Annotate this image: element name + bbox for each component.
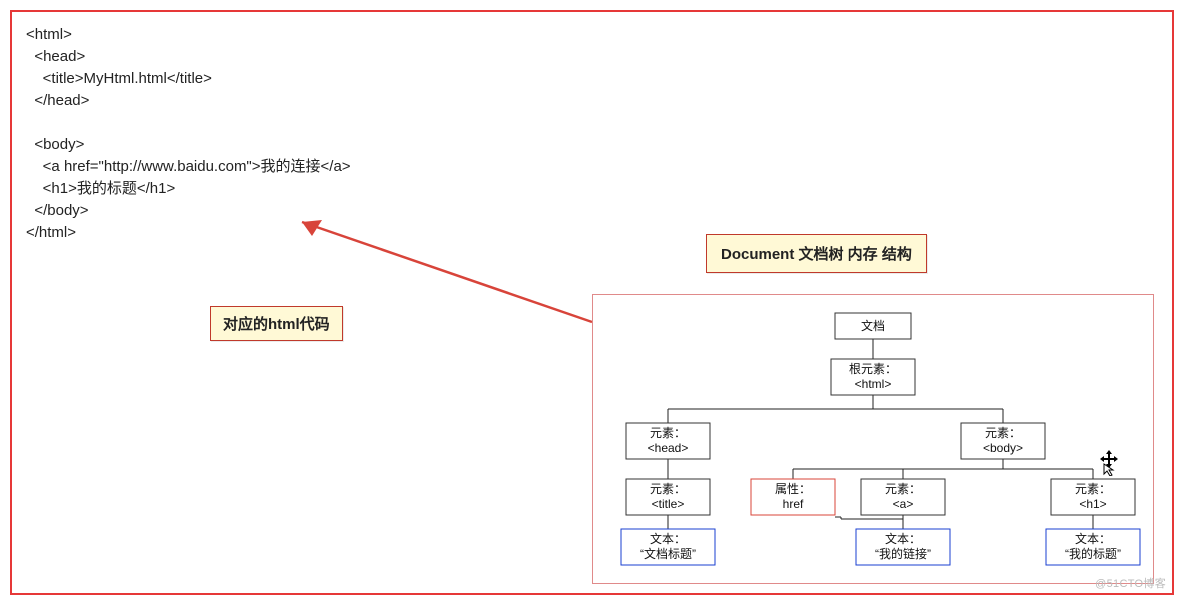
- node-href-line2: href: [783, 497, 804, 511]
- callout-dom-tree: Document 文档树 内存 结构: [706, 234, 927, 273]
- node-body-line1: 元素：: [985, 426, 1021, 440]
- callout-label: 对应的html代码: [223, 316, 330, 333]
- node-text3-line1: 文本：: [1075, 531, 1111, 546]
- dom-tree-svg: 文档 根元素： <html> 元素： <head> 元素： <body> 元素：…: [603, 301, 1143, 571]
- code-line: <h1>我的标题</h1>: [26, 180, 175, 197]
- node-root-line1: 根元素：: [849, 362, 897, 376]
- callout-html-code: 对应的html代码: [210, 306, 343, 341]
- node-body-line2: <body>: [983, 441, 1023, 455]
- code-line: </html>: [26, 224, 76, 241]
- node-title-line1: 元素：: [650, 482, 686, 496]
- code-line: <html>: [26, 26, 72, 43]
- node-a-line2: <a>: [893, 497, 914, 511]
- dom-tree-frame: 文档 根元素： <html> 元素： <head> 元素： <body> 元素：…: [592, 294, 1154, 584]
- code-line: <head>: [26, 48, 85, 65]
- node-href-line1: 属性：: [775, 482, 811, 496]
- node-title-line2: <title>: [652, 497, 685, 511]
- code-line: <title>MyHtml.html</title>: [26, 70, 212, 87]
- watermark-text: @51CTO博客: [1095, 575, 1166, 591]
- node-text3-line2: “我的标题”: [1065, 546, 1121, 561]
- callout-label: Document 文档树 内存 结构: [721, 246, 912, 263]
- code-line: <body>: [26, 136, 84, 153]
- code-line: </head>: [26, 92, 89, 109]
- code-line: </body>: [26, 202, 89, 219]
- diagram-outer-frame: <html> <head> <title>MyHtml.html</title>…: [10, 10, 1174, 595]
- node-h1-line1: 元素：: [1075, 482, 1111, 496]
- node-head-line1: 元素：: [650, 426, 686, 440]
- node-a-line1: 元素：: [885, 482, 921, 496]
- html-code-block: <html> <head> <title>MyHtml.html</title>…: [26, 24, 351, 244]
- node-document: 文档: [861, 318, 885, 333]
- code-line: <a href="http://www.baidu.com">我的连接</a>: [26, 158, 351, 175]
- node-h1-line2: <h1>: [1079, 497, 1106, 511]
- node-root-line2: <html>: [855, 377, 892, 391]
- node-text1-line1: 文本：: [650, 531, 686, 546]
- node-text2-line2: “我的链接”: [875, 546, 931, 561]
- node-text2-line1: 文本：: [885, 531, 921, 546]
- node-head-line2: <head>: [648, 441, 689, 455]
- node-text1-line2: “文档标题”: [640, 546, 696, 561]
